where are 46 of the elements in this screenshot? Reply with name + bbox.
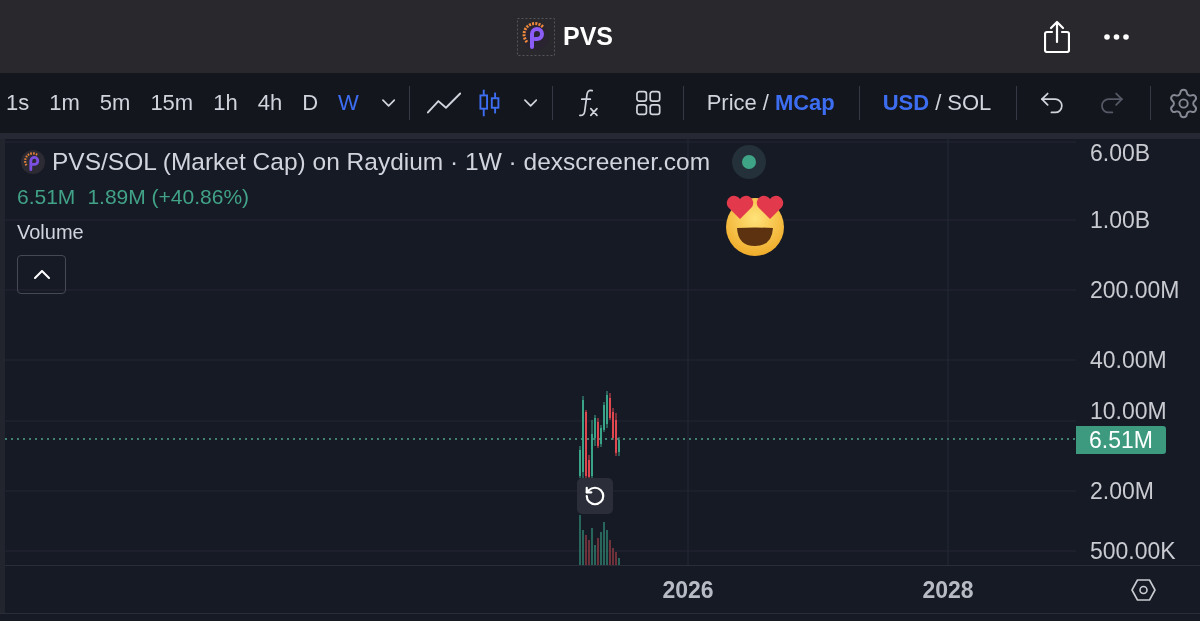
market-cap-value: 6.51M	[17, 185, 76, 209]
separator-slash: /	[935, 92, 942, 114]
last-price-label: 6.51M	[1076, 426, 1166, 454]
price-axis-label: 1.00B	[1090, 207, 1151, 233]
time-axis-label: 2028	[922, 578, 974, 602]
price-axis-label: 200.00M	[1090, 277, 1180, 303]
indicator-label: Volume	[17, 221, 84, 243]
layout-grid-icon[interactable]	[636, 90, 661, 116]
time-axis-label: 2026	[662, 578, 714, 602]
separator-slash: /	[762, 92, 769, 114]
reset-chart-button[interactable]	[577, 478, 613, 514]
timeframe-tab[interactable]: 4h	[257, 92, 283, 114]
timeframe-tab[interactable]: 1m	[49, 92, 80, 114]
timeframe-tab[interactable]: 5m	[99, 92, 131, 114]
timeframe-tab[interactable]: 1h	[213, 92, 238, 114]
value-mode-option[interactable]: MCap	[774, 92, 835, 114]
function-icon[interactable]	[578, 88, 600, 118]
change-value: 1.89M (+40.86%)	[87, 185, 250, 209]
candlestick-icon[interactable]	[479, 88, 500, 118]
currency-option[interactable]: USD	[882, 92, 930, 114]
price-axis-label: 500.00K	[1090, 538, 1176, 564]
timeframe-tab[interactable]: 1s	[6, 92, 30, 114]
chevron-up-icon	[33, 270, 50, 279]
price-axis-label: 40.00M	[1090, 347, 1167, 373]
app-title: PVS	[563, 24, 614, 49]
timeframe-tab[interactable]: 15m	[150, 92, 194, 114]
currency-option[interactable]: SOL	[947, 92, 992, 114]
circular-arrow-icon	[584, 485, 606, 507]
price-axis-label: 10.00M	[1090, 398, 1167, 424]
value-mode-option[interactable]: Price	[706, 92, 757, 114]
undo-icon[interactable]	[1041, 92, 1064, 114]
price-axis-label: 6.00B	[1090, 140, 1151, 166]
more-options-icon[interactable]	[1104, 33, 1129, 40]
share-icon[interactable]	[1044, 20, 1070, 53]
line-chart-icon[interactable]	[427, 91, 462, 115]
timeframe-tab[interactable]: W	[338, 92, 359, 114]
timeframe-tab[interactable]: D	[302, 92, 319, 114]
collapse-button[interactable]	[17, 255, 66, 294]
chart-title: PVS/SOL (Market Cap) on Raydium · 1W · dexscreener.com	[52, 148, 711, 176]
hexagon-settings-icon[interactable]	[1131, 578, 1156, 601]
chevron-down-icon[interactable]	[381, 99, 396, 107]
price-axis-label: 2.00M	[1090, 478, 1154, 504]
token-logo-icon	[517, 17, 555, 56]
chevron-down-icon[interactable]	[524, 99, 538, 107]
heart-eyes-emoji-icon	[723, 194, 787, 256]
token-logo-icon	[21, 150, 45, 174]
